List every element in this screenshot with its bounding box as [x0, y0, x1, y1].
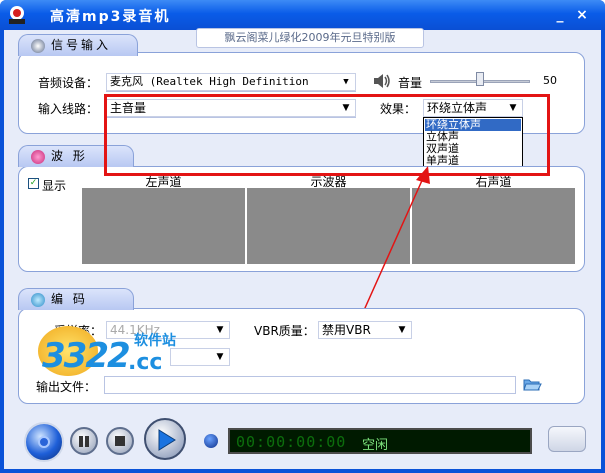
- app-title: 高清mp3录音机: [50, 9, 171, 25]
- record-button[interactable]: [24, 422, 64, 462]
- device-select-value: 麦克风 (Realtek High Definition: [110, 75, 309, 88]
- left-channel-display: [82, 188, 245, 264]
- tab-label: 波 形: [51, 149, 88, 163]
- tab-label: 编 码: [51, 292, 88, 306]
- options-button[interactable]: [548, 426, 586, 452]
- app-logo-icon: [6, 5, 28, 25]
- highlight-box: [104, 94, 550, 176]
- line-label: 输入线路：: [38, 102, 99, 116]
- vbr-select-value: 禁用VBR: [322, 323, 371, 337]
- volume-icon: [372, 72, 392, 90]
- show-label: 显示: [42, 179, 67, 193]
- chevron-down-icon[interactable]: ▼: [213, 350, 227, 364]
- output-file-label: 输出文件：: [36, 380, 97, 394]
- tab-encode[interactable]: 编 码: [18, 288, 134, 310]
- device-label: 音频设备：: [38, 76, 99, 90]
- title-bar[interactable]: 高清mp3录音机 _ ×: [0, 0, 605, 30]
- pause-button[interactable]: [70, 427, 98, 455]
- folder-open-icon[interactable]: [522, 374, 542, 394]
- watermark-suffix: .cc: [128, 350, 163, 375]
- stop-icon: [115, 436, 125, 446]
- speaker-icon: [31, 39, 45, 53]
- lcd-time: 00:00:00:00: [236, 433, 347, 451]
- edition-banner: 飘云阁菜儿绿化2009年元旦特别版: [196, 28, 424, 48]
- chevron-down-icon[interactable]: ▼: [339, 75, 353, 89]
- minimize-button[interactable]: _: [550, 6, 570, 24]
- vbr-label: VBR质量：: [254, 324, 315, 338]
- tab-label: 信号输入: [51, 38, 112, 52]
- bitrate-select[interactable]: ▼: [170, 348, 230, 366]
- disc-icon: [31, 293, 45, 307]
- volume-slider-thumb[interactable]: [476, 72, 484, 86]
- play-icon: [158, 429, 176, 451]
- volume-value: 50: [543, 74, 557, 87]
- music-note-icon: [31, 150, 45, 164]
- pause-icon: [79, 436, 83, 447]
- volume-label: 音量: [398, 76, 423, 90]
- chevron-down-icon[interactable]: ▼: [213, 323, 227, 337]
- watermark-site: 软件站: [134, 333, 176, 349]
- close-button[interactable]: ×: [572, 6, 592, 24]
- status-led: [204, 434, 218, 448]
- vbr-select[interactable]: 禁用VBR ▼: [318, 321, 412, 339]
- chevron-down-icon[interactable]: ▼: [395, 323, 409, 337]
- watermark-number: 3322: [42, 336, 131, 376]
- show-checkbox[interactable]: ✓: [28, 178, 39, 189]
- stop-button[interactable]: [106, 427, 134, 455]
- tab-signal-input[interactable]: 信号输入: [18, 34, 138, 56]
- device-select[interactable]: 麦克风 (Realtek High Definition ▼: [106, 73, 356, 91]
- underline: [106, 91, 356, 92]
- play-button[interactable]: [144, 418, 186, 460]
- record-icon: [38, 436, 50, 448]
- output-file-input[interactable]: [104, 376, 516, 394]
- lcd-status: 空闲: [362, 438, 389, 453]
